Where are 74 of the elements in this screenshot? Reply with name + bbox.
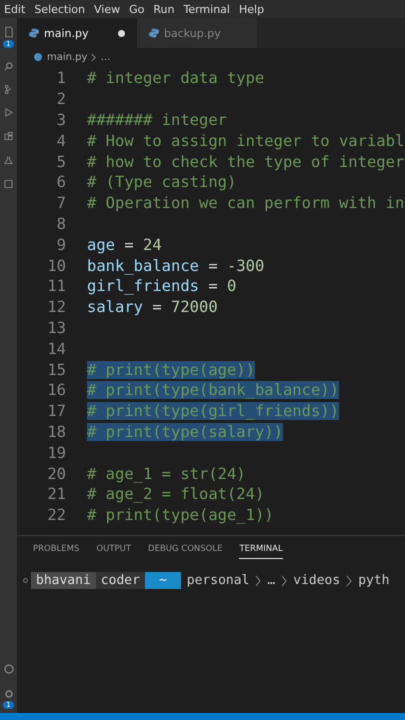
branch-icon[interactable] <box>4 85 13 94</box>
run-icon[interactable] <box>4 108 13 117</box>
flask-icon[interactable] <box>4 155 13 165</box>
line-number: 12 <box>46 298 67 316</box>
line-number: 19 <box>46 444 67 462</box>
line-number: 5 <box>56 152 67 171</box>
line-number: 21 <box>46 485 67 504</box>
menu-item[interactable]: Go <box>129 2 144 16</box>
prompt-user: bhavani <box>31 572 96 589</box>
line-number: 8 <box>56 214 67 233</box>
code-comment: # age_1 = str(24) <box>87 464 246 483</box>
line-number: 17 <box>46 402 67 420</box>
panel-tab[interactable]: OUTPUT <box>96 544 132 559</box>
line-number: 22 <box>46 506 67 524</box>
code-comment: # (Type casting) <box>87 173 236 192</box>
prompt-home: ~ <box>144 572 181 589</box>
chevron-icon <box>255 574 262 586</box>
line-number: 14 <box>46 340 67 358</box>
path-label: pyth <box>357 573 390 588</box>
line-number: 4 <box>56 132 67 150</box>
chevron-icon <box>346 574 352 586</box>
path-label: … <box>266 573 276 588</box>
line-number: 11 <box>46 277 67 296</box>
menu-item[interactable]: Help <box>238 2 264 16</box>
breadcrumb-item[interactable]: main.py <box>47 52 88 62</box>
box-icon[interactable] <box>4 179 13 189</box>
code-comment: # Operation we can perform with in <box>87 194 404 212</box>
menu-item[interactable]: Terminal <box>183 2 230 16</box>
code-comment: # age_2 = float(24) <box>87 485 264 504</box>
menu-item[interactable]: View <box>94 2 120 16</box>
code-line: girl_friends = 0 <box>87 277 236 296</box>
line-number: 7 <box>56 194 67 212</box>
menu-item[interactable]: Edit <box>4 2 26 16</box>
code-line: age = 24 <box>87 236 162 254</box>
editor-tab[interactable]: main.py <box>17 18 137 48</box>
code-comment: # print(type(girl_friends)) <box>87 402 339 420</box>
line-number: 1 <box>56 69 67 88</box>
panel-tab[interactable]: PROBLEMS <box>33 544 80 559</box>
menu-item[interactable]: Selection <box>34 2 86 16</box>
line-number: 6 <box>56 173 67 192</box>
line-number: 3 <box>56 110 67 129</box>
menu-item[interactable]: Run <box>153 2 174 16</box>
line-number: 2 <box>56 90 67 108</box>
chevron-icon <box>281 574 288 586</box>
code-comment: # print(type(bank_balance)) <box>87 381 339 400</box>
line-number: 9 <box>56 236 67 254</box>
code-line: bank_balance = -300 <box>87 256 264 275</box>
files-icon[interactable] <box>4 26 12 38</box>
line-number: 13 <box>46 318 67 337</box>
line-number: 16 <box>46 381 67 400</box>
code-comment: # print(type(salary)) <box>87 422 283 441</box>
panel-tab[interactable]: TERMINAL <box>239 544 283 559</box>
unsaved-dot-icon <box>118 30 125 36</box>
line-number: 15 <box>46 360 67 379</box>
search-icon[interactable] <box>4 62 13 71</box>
line-number: 18 <box>46 422 67 441</box>
circle-icon <box>23 578 28 583</box>
editor-tab[interactable]: backup.py <box>137 18 257 48</box>
code-comment: ####### integer <box>87 110 227 129</box>
code-comment: # print(type(age_1)) <box>87 506 274 524</box>
code-comment: # print(type(age)) <box>87 360 255 379</box>
breadcrumb-item[interactable]: … <box>100 52 110 62</box>
extensions-icon[interactable] <box>4 131 13 141</box>
line-number: 20 <box>46 464 67 483</box>
code-comment: # integer data type <box>87 69 264 88</box>
chevron-icon <box>91 52 96 62</box>
prompt-host: coder <box>96 572 145 589</box>
path-label: personal <box>186 573 250 588</box>
code-comment: # how to check the type of integer <box>87 152 404 171</box>
panel-tab[interactable]: DEBUG CONSOLE <box>148 544 222 559</box>
code-comment: # How to assign integer to variabl <box>87 132 404 150</box>
path-label: videos <box>292 573 342 588</box>
line-number: 10 <box>46 256 67 275</box>
code-line: salary = 72000 <box>87 298 218 316</box>
